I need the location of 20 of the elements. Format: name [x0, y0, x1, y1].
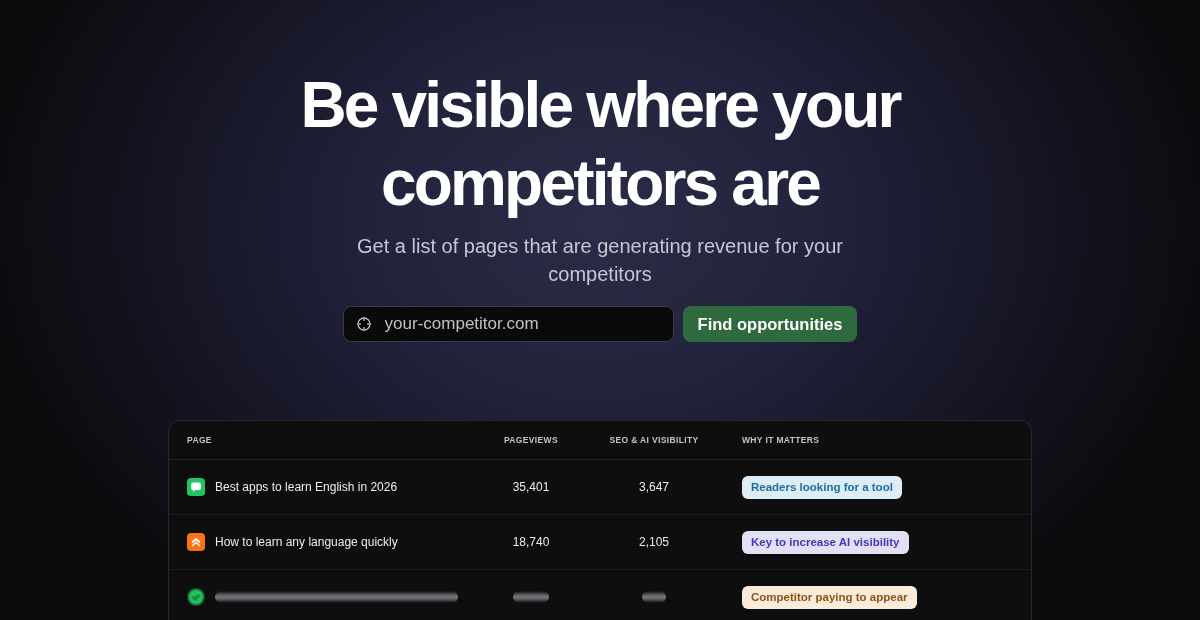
reason-tag: Readers looking for a tool — [742, 475, 902, 499]
headline: Be visible where your competitors are — [299, 68, 902, 221]
pageviews-cell: 35,401 — [512, 480, 550, 494]
subtitle: Get a list of pages that are generating revenue for your competitors — [356, 234, 844, 287]
reason-tag: Key to increase AI visibility — [742, 530, 909, 554]
column-header: SEO & AI VISIBILITY — [608, 435, 700, 445]
reason-tag: Competitor paying to appear — [742, 585, 917, 609]
column-header: WHY IT MATTERS — [741, 435, 821, 445]
page-title: How to learn any language quickly — [215, 535, 398, 549]
crosshair-icon — [355, 316, 372, 332]
visibility-cell: 2,105 — [639, 535, 669, 549]
visibility-cell: 3,647 — [639, 480, 669, 494]
column-header: PAGEVIEWS — [503, 435, 559, 445]
blurred-text — [513, 591, 549, 603]
page-title: Best apps to learn English in 2026 — [215, 480, 398, 494]
blurred-text — [642, 591, 666, 603]
column-header: PAGE — [187, 435, 213, 445]
search-field[interactable]: your-competitor.com — [342, 306, 674, 342]
pageviews-cell: 18,740 — [512, 535, 550, 549]
find-button[interactable]: Find opportunities — [682, 306, 858, 342]
